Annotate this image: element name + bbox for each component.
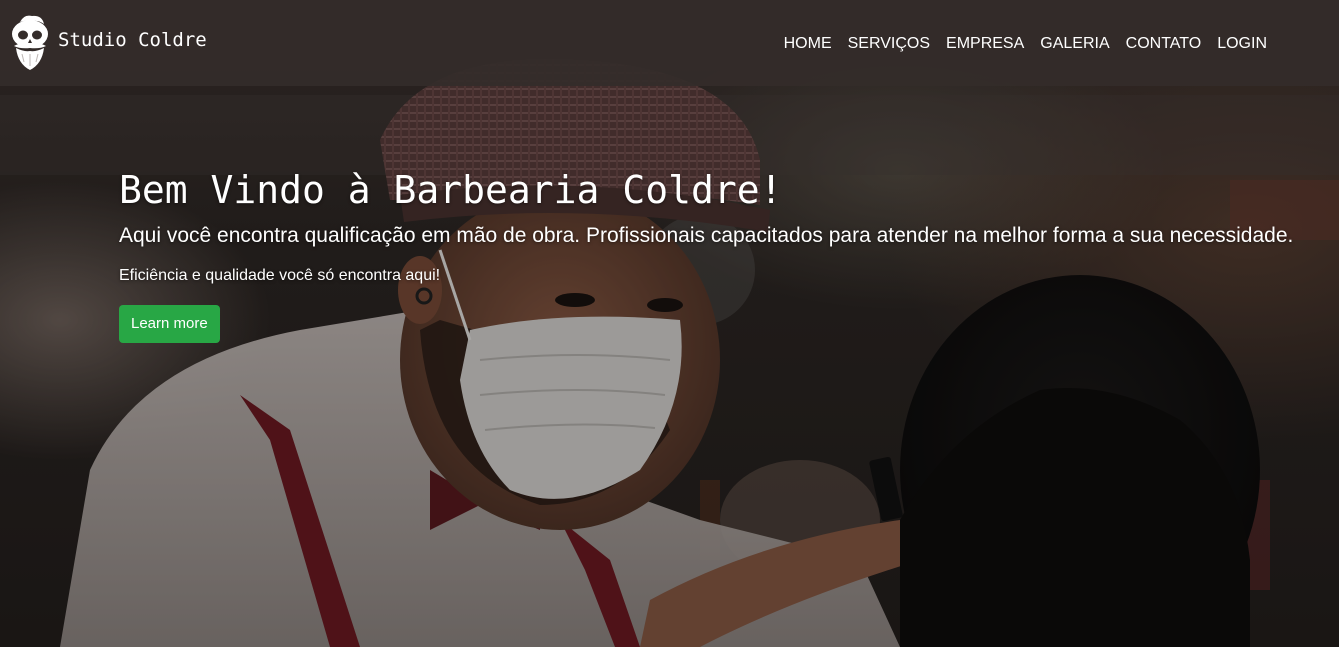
hero-title: Bem Vindo à Barbearia Coldre! [119, 168, 783, 212]
nav-link-login[interactable]: LOGIN [1217, 35, 1267, 52]
nav-item-home: HOME [784, 33, 832, 53]
brand-name: Studio Coldre [58, 29, 207, 51]
bearded-skull-logo-icon [12, 15, 48, 70]
brand-link[interactable]: Studio Coldre [8, 12, 207, 72]
nav-item-empresa: EMPRESA [946, 33, 1024, 53]
hero-subtitle: Eficiência e qualidade você só encontra … [119, 267, 441, 284]
nav-item-galeria: GALERIA [1040, 33, 1109, 53]
learn-more-button[interactable]: Learn more [119, 305, 220, 343]
nav-item-servicos: SERVIÇOS [848, 33, 930, 53]
main-nav: HOME SERVIÇOS EMPRESA GALERIA CONTATO LO… [784, 33, 1267, 53]
nav-link-contato[interactable]: CONTATO [1126, 35, 1202, 52]
nav-item-login: LOGIN [1217, 33, 1267, 53]
nav-link-galeria[interactable]: GALERIA [1040, 35, 1109, 52]
hero-lead: Aqui você encontra qualificação em mão d… [119, 224, 1294, 247]
navbar: Studio Coldre HOME SERVIÇOS EMPRESA GALE… [0, 0, 1339, 86]
nav-item-contato: CONTATO [1126, 33, 1202, 53]
nav-link-servicos[interactable]: SERVIÇOS [848, 35, 930, 52]
hero-content: Bem Vindo à Barbearia Coldre! Aqui você … [119, 165, 1319, 343]
nav-link-home[interactable]: HOME [784, 35, 832, 52]
nav-link-empresa[interactable]: EMPRESA [946, 35, 1024, 52]
